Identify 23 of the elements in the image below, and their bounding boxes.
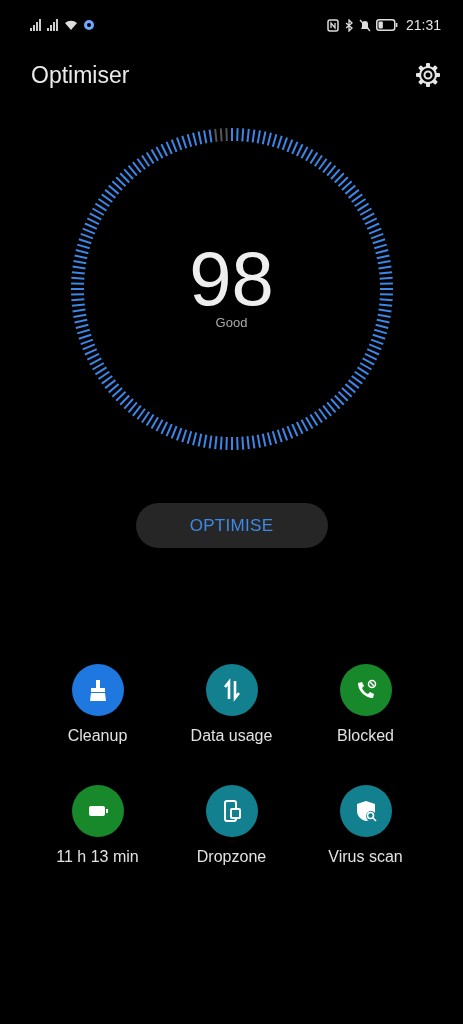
page-title: Optimiser (31, 61, 130, 89)
nfc-icon (326, 18, 339, 32)
tool-button[interactable]: Dropzone (164, 785, 299, 866)
tool-label: Data usage (190, 727, 273, 745)
optimise-button[interactable]: OPTIMISE (135, 503, 328, 548)
bluetooth-icon (343, 18, 354, 32)
tool-button[interactable]: Data usage (164, 664, 299, 745)
signal-icon (30, 19, 42, 31)
settings-button[interactable] (413, 60, 443, 90)
signal-icon (47, 19, 59, 31)
muted-bell-icon (358, 18, 371, 32)
wifi-icon (64, 19, 78, 31)
tool-button[interactable]: 11 h 13 min (30, 785, 165, 866)
tool-label: Blocked (337, 727, 394, 745)
tool-label: 11 h 13 min (56, 848, 139, 866)
tool-label: Virus scan (328, 848, 403, 866)
tool-button[interactable]: Blocked (298, 664, 433, 745)
battery-icon (375, 19, 398, 31)
tool-label: Cleanup (67, 727, 128, 745)
clock-text: 21:31 (405, 17, 441, 33)
tool-button[interactable]: Cleanup (30, 664, 165, 745)
tool-label: Dropzone (196, 848, 267, 866)
tool-button[interactable]: Virus scan (298, 785, 433, 866)
